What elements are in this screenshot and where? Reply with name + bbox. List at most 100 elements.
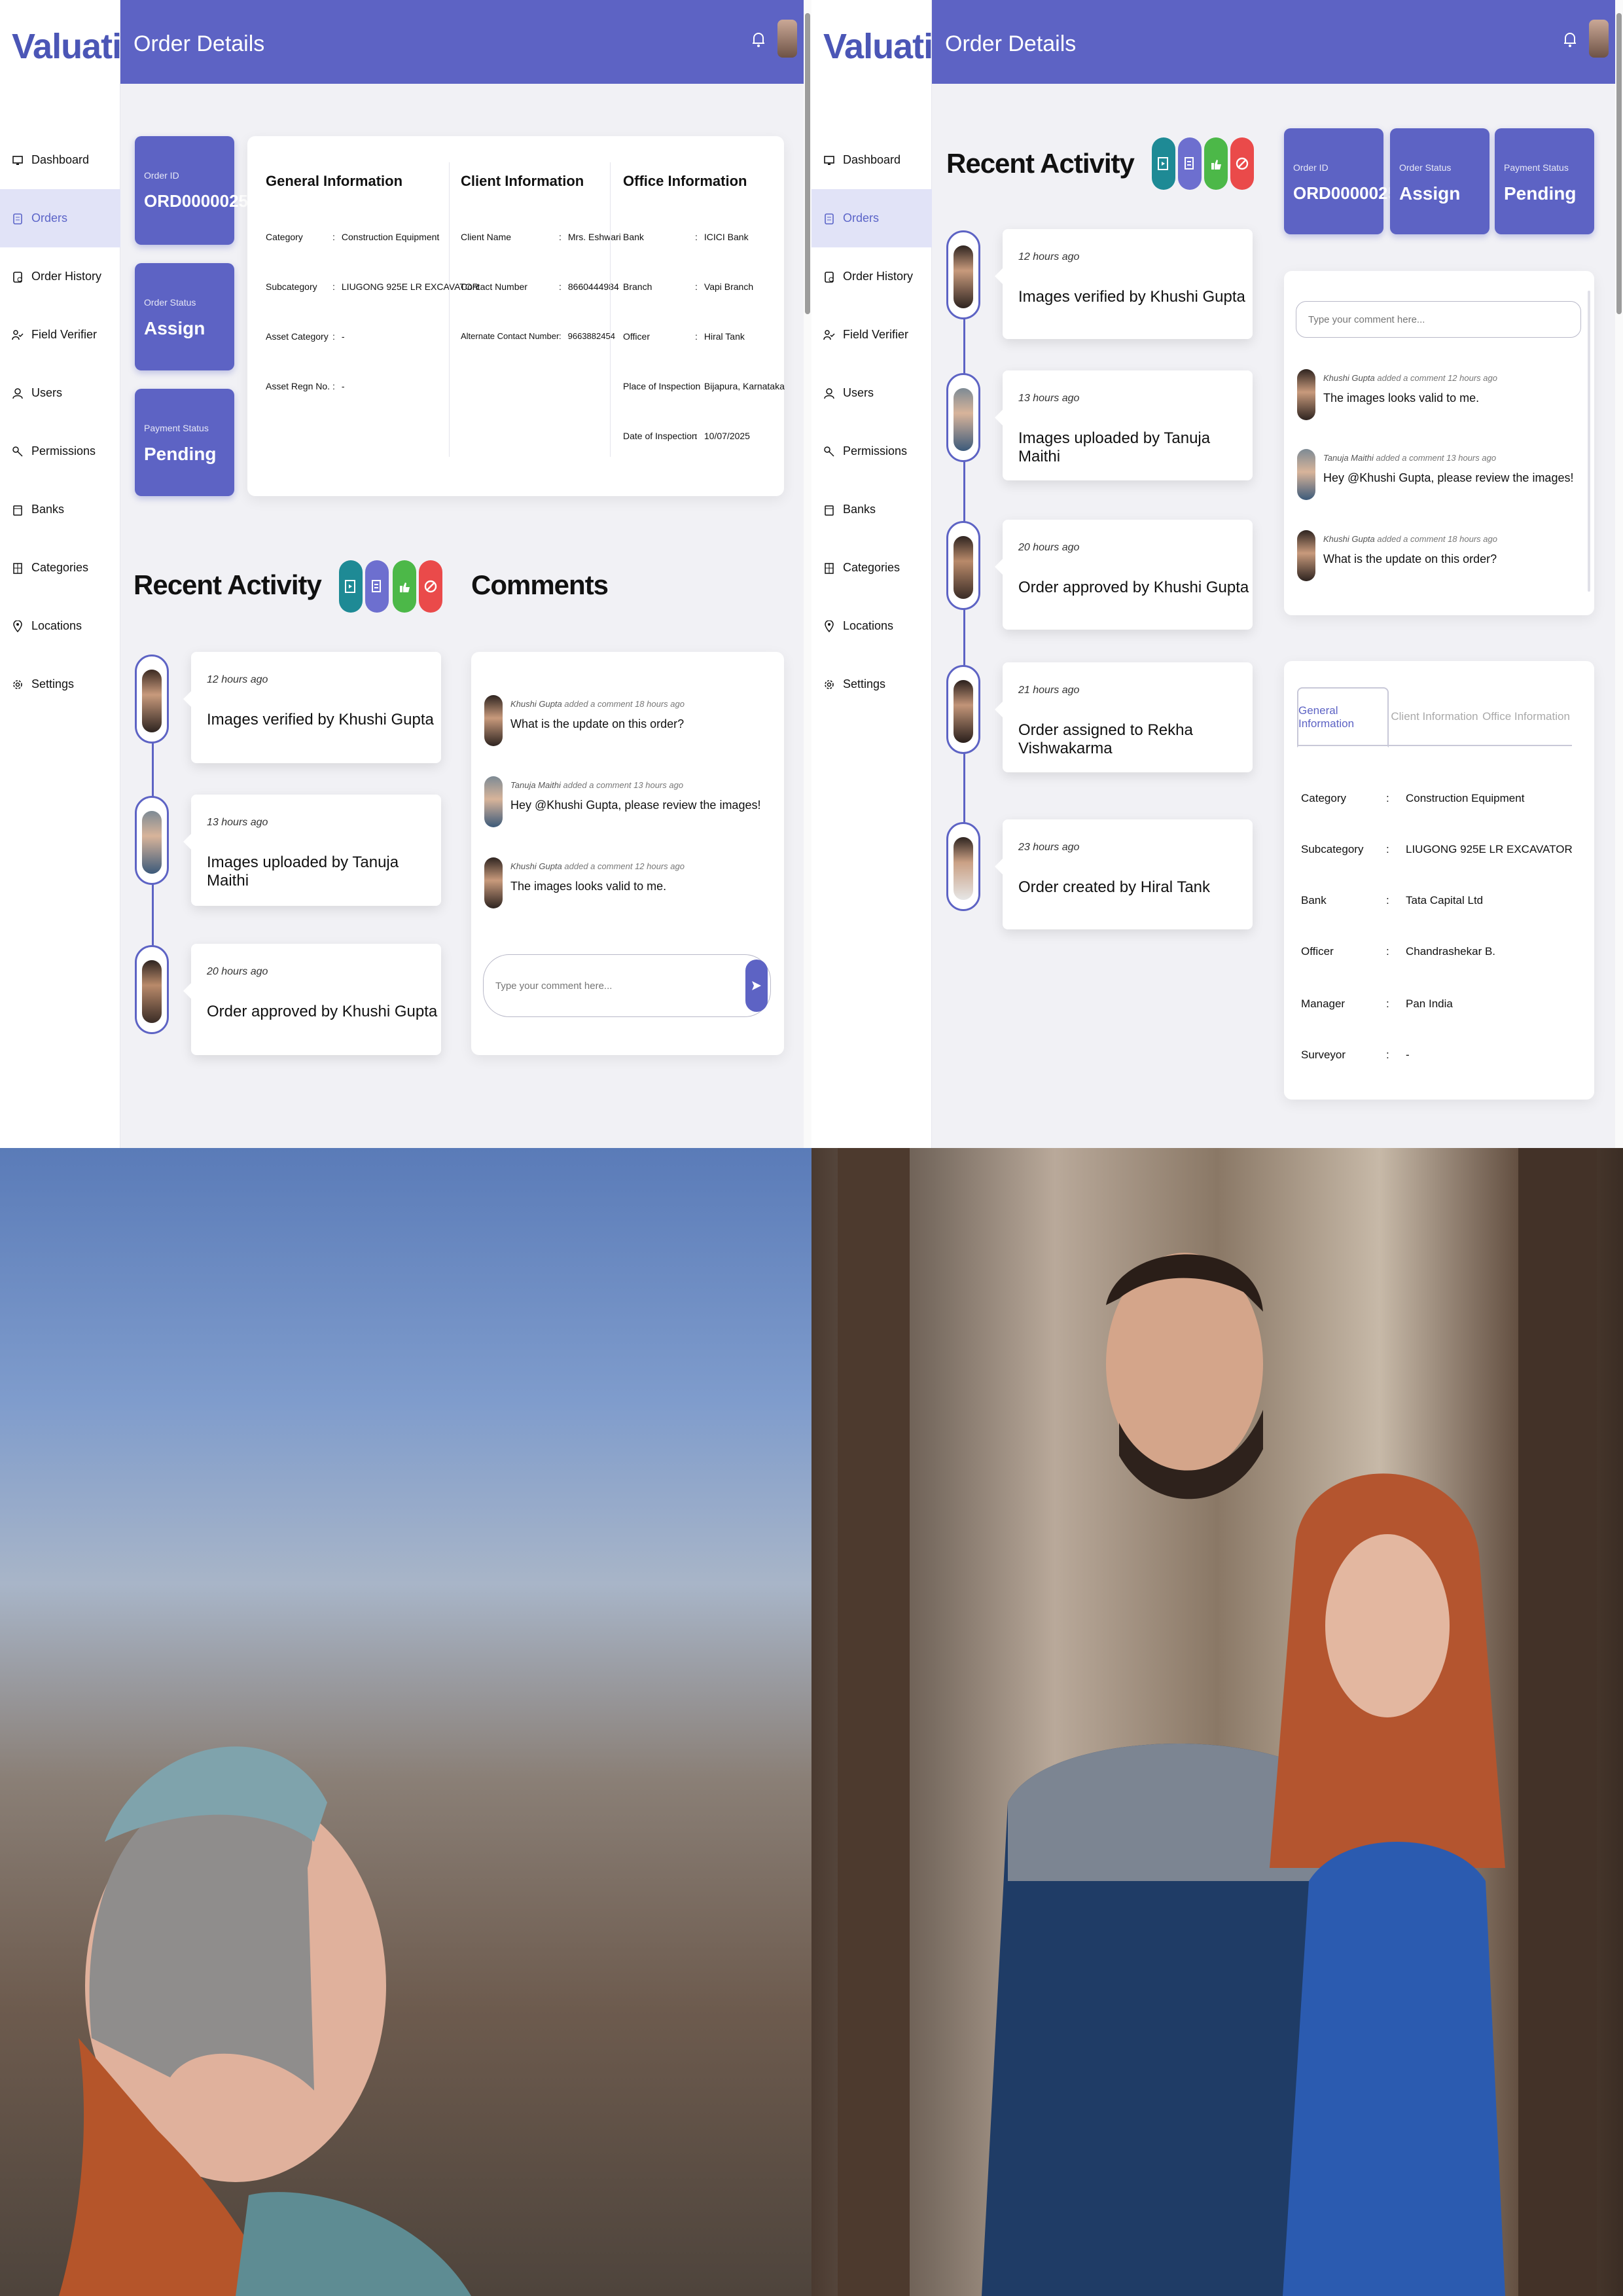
scrollbar-thumb[interactable] xyxy=(805,13,810,314)
documents-button[interactable] xyxy=(1178,137,1202,190)
upload-images-button[interactable] xyxy=(1152,137,1175,190)
comment-text: What is the update on this order? xyxy=(510,717,685,730)
general-info-row: Subcategory: LIUGONG 925E LR EXCAVATOR xyxy=(266,281,479,292)
reject-button[interactable] xyxy=(419,560,442,613)
sidebar-item-permissions[interactable]: Permissions xyxy=(0,422,120,480)
general-info-row: Category: Construction Equipment xyxy=(266,232,440,242)
office-info-row: Bank: ICICI Bank xyxy=(623,232,749,242)
activity-text: Order created by Hiral Tank xyxy=(1018,878,1211,896)
gear-icon xyxy=(823,679,835,691)
activity-text: Images uploaded by Tanuja Maithi xyxy=(207,853,399,889)
order-id-value: ORD00000250 xyxy=(144,191,258,211)
activity-card: 20 hours ago Order approved by Khushi Gu… xyxy=(183,944,441,1055)
upload-images-button[interactable] xyxy=(339,560,363,613)
activity-text: Order assigned to Rekha Vishwakarma xyxy=(1018,721,1193,757)
sidebar-item-permissions[interactable]: Permissions xyxy=(812,422,932,480)
client-info-title: Client Information xyxy=(461,173,584,189)
sidebar-item-label: Orders xyxy=(843,211,880,224)
order-details-screen-desktop: Valuation Dashboard Orders Order History… xyxy=(0,0,812,1148)
avatar xyxy=(135,945,169,1034)
activity-time: 13 hours ago xyxy=(207,817,268,828)
sidebar-item-locations[interactable]: Locations xyxy=(0,597,120,655)
verifier-icon xyxy=(823,329,835,341)
sidebar-item-order-history[interactable]: Order History xyxy=(812,247,932,306)
send-icon xyxy=(752,981,761,990)
sidebar-item-order-history[interactable]: Order History xyxy=(0,247,120,306)
approve-button[interactable] xyxy=(393,560,416,613)
sidebar-item-label: Settings xyxy=(31,677,75,691)
payment-status-label: Payment Status xyxy=(1504,162,1569,173)
sidebar-item-orders[interactable]: Orders xyxy=(812,189,932,247)
avatar xyxy=(946,665,980,754)
sidebar-item-settings[interactable]: Settings xyxy=(812,655,932,713)
activity-text: Images verified by Khushi Gupta xyxy=(1018,288,1245,306)
comment-meta: Khushi Gupta added a comment 12 hours ag… xyxy=(1323,373,1497,383)
page-title: Order Details xyxy=(945,31,1077,56)
reject-button[interactable] xyxy=(1230,137,1254,190)
bank-icon xyxy=(823,504,835,516)
scrollbar[interactable] xyxy=(804,0,812,1148)
activity-time: 23 hours ago xyxy=(1018,842,1080,853)
tab-general-information[interactable]: General Information xyxy=(1297,687,1389,747)
sidebar-item-locations[interactable]: Locations xyxy=(812,597,932,655)
avatar[interactable] xyxy=(777,20,797,58)
send-button[interactable] xyxy=(745,960,768,1012)
avatar[interactable] xyxy=(1589,20,1609,58)
sidebar-item-label: Categories xyxy=(843,561,901,574)
comment-text: What is the update on this order? xyxy=(1323,552,1497,565)
sidebar-item-banks[interactable]: Banks xyxy=(0,480,120,539)
order-status-tile: Order Status Assign xyxy=(135,263,234,370)
sidebar-item-field-verifier[interactable]: Field Verifier xyxy=(0,306,120,364)
sidebar-item-field-verifier[interactable]: Field Verifier xyxy=(812,306,932,364)
comment-text-field[interactable] xyxy=(495,955,711,1016)
comment-text: Hey @Khushi Gupta, please review the ima… xyxy=(510,798,761,812)
sidebar-item-label: Users xyxy=(843,386,874,399)
comments-scrollbar[interactable] xyxy=(1588,291,1590,592)
activity-time: 20 hours ago xyxy=(1018,542,1080,553)
order-id-label: Order ID xyxy=(144,170,179,181)
comments-title: Comments xyxy=(471,569,609,600)
sidebar-item-users[interactable]: Users xyxy=(812,364,932,422)
sidebar-item-label: Field Verifier xyxy=(843,328,909,341)
documents-button[interactable] xyxy=(365,560,389,613)
comment-text-field[interactable] xyxy=(1308,302,1522,337)
client-info-row: Client Name: Mrs. Eshwari xyxy=(461,232,621,242)
sidebar-item-banks[interactable]: Banks xyxy=(812,480,932,539)
order-info-card: General Information Category: Constructio… xyxy=(247,136,785,496)
scrollbar[interactable] xyxy=(1615,0,1623,1148)
sidebar-item-orders[interactable]: Orders xyxy=(0,189,120,247)
general-info-row: Asset Regn No.: - xyxy=(266,381,345,391)
comment-meta: Tanuja Maithi added a comment 13 hours a… xyxy=(1323,453,1497,463)
general-info-title: General Information xyxy=(266,173,403,189)
order-details-screen-compact: Valuation Dashboard Orders Order History… xyxy=(812,0,1623,1148)
sidebar-item-dashboard[interactable]: Dashboard xyxy=(0,131,120,189)
approve-button[interactable] xyxy=(1204,137,1228,190)
sidebar-item-categories[interactable]: Categories xyxy=(0,539,120,597)
activity-text: Images uploaded by Tanuja Maithi xyxy=(1018,429,1211,465)
detail-row: Manager: Pan India xyxy=(1301,997,1453,1010)
activity-time: 20 hours ago xyxy=(207,966,268,977)
payment-status-label: Payment Status xyxy=(144,423,209,433)
comment-text: The images looks valid to me. xyxy=(510,880,667,893)
comment-input[interactable] xyxy=(1296,301,1581,338)
activity-card: 21 hours ago Order assigned to Rekha Vis… xyxy=(995,662,1253,772)
clipboard-icon xyxy=(823,213,835,224)
comment-input[interactable] xyxy=(483,954,771,1017)
bell-icon[interactable] xyxy=(1563,31,1577,48)
sidebar: Valuation Dashboard Orders Order History… xyxy=(812,0,975,1148)
tab-client-information[interactable]: Client Information xyxy=(1389,687,1480,746)
pin-icon xyxy=(12,620,24,632)
sidebar-item-dashboard[interactable]: Dashboard xyxy=(812,131,932,189)
order-id-tile: Order ID ORD00000250 xyxy=(1284,128,1406,234)
scrollbar-thumb[interactable] xyxy=(1616,13,1622,314)
bell-icon[interactable] xyxy=(751,31,766,48)
sidebar-item-settings[interactable]: Settings xyxy=(0,655,120,713)
avatar xyxy=(1297,369,1315,420)
avatar xyxy=(946,230,980,319)
sidebar-item-users[interactable]: Users xyxy=(0,364,120,422)
tab-office-information[interactable]: Office Information xyxy=(1480,687,1572,746)
sidebar-item-label: Permissions xyxy=(843,444,908,457)
avatar xyxy=(1297,530,1315,581)
sidebar-item-categories[interactable]: Categories xyxy=(812,539,932,597)
gear-icon xyxy=(12,679,24,691)
